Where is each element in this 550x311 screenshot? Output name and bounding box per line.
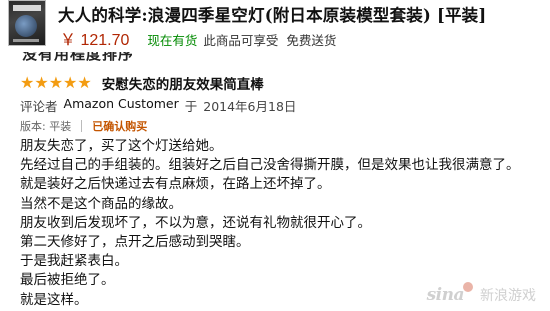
reviewer-label: 评论者 — [20, 99, 58, 114]
product-thumbnail[interactable] — [8, 0, 46, 46]
reviewer-name-link[interactable]: Amazon Customer — [64, 96, 179, 115]
thumbnail-title-band — [13, 5, 41, 11]
review-body-line: 朋友收到后发现坏了，不以为意，还说有礼物就很开心了。 — [20, 214, 371, 231]
free-shipping-link[interactable]: 免费送货 — [286, 30, 336, 49]
review-body-line: 于是我赶紧表白。 — [20, 253, 128, 270]
product-version: 版本: 平装 — [20, 120, 72, 133]
product-price: ￥ 121.70 — [60, 32, 130, 49]
date-prefix: 于 — [184, 99, 198, 114]
review-header: ★ ★ ★ ★ ★ 安慰失恋的朋友效果简直棒 — [20, 73, 264, 94]
sina-logo: sina — [426, 285, 465, 305]
star-rating: ★ ★ ★ ★ ★ — [20, 75, 92, 91]
review-body-line: 朋友失恋了，买了这个灯送给她。 — [20, 138, 223, 154]
review-date: 2014年6月18日 — [203, 99, 297, 114]
stock-status: 现在有货 — [147, 33, 198, 48]
watermark-name: 新浪游戏 — [480, 288, 536, 304]
thumbnail-base — [13, 39, 39, 42]
review-body-line: 第二天修好了，点开之后感动到哭瞎。 — [20, 234, 250, 251]
prime-eligible-text: 此商品可享受 — [203, 33, 279, 48]
star-icon: ★ — [20, 73, 35, 92]
review-byline: 评论者 Amazon Customer 于 2014年6月18日 — [20, 96, 296, 115]
review-body-line: 先经过自己的手组装的。组装好之后自己没舍得撕开膜，但是效果也让我很满意了。 — [20, 157, 520, 174]
star-icon: ★ — [34, 73, 49, 92]
sina-eye-icon — [463, 282, 473, 292]
price-row: ￥ 121.70 现在有货 此商品可享受 免费送货 — [60, 26, 336, 49]
sina-watermark: sina 新浪游戏 — [426, 282, 536, 305]
review-title[interactable]: 安慰失恋的朋友效果简直棒 — [102, 73, 264, 93]
verified-purchase-badge: 已确认购买 — [92, 120, 148, 133]
star-icon: ★ — [48, 73, 64, 92]
review-body-line: 就是装好之后快递过去有点麻烦，在路上还坏掉了。 — [20, 176, 331, 193]
review-meta: 版本: 平装 已确认购买 — [20, 118, 147, 134]
product-title[interactable]: 大人的科学:浪漫四季星空灯(附日本原装模型套装) [平装] — [58, 2, 486, 26]
section-heading-text: 没有用程度排序 — [22, 52, 132, 63]
review-body-line: 当然不是这个商品的缘故。 — [20, 195, 182, 212]
thumbnail-globe — [15, 15, 37, 37]
star-icon: ★ — [63, 73, 78, 92]
star-icon: ★ — [77, 73, 92, 92]
section-heading: 没有用程度排序 — [22, 52, 132, 66]
meta-divider — [81, 120, 83, 132]
